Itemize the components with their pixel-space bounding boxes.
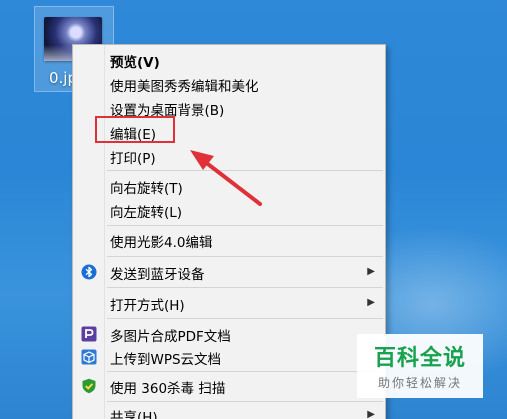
watermark-logo: 百科全说 助你轻松解决 (357, 334, 483, 398)
watermark-title: 百科全说 (373, 346, 466, 371)
desktop: 0.jp 预览(V) 使用美图秀秀编辑和美化 设置为桌面背景(B) 编辑(E) … (0, 0, 507, 419)
watermark-subtitle: 助你轻松解决 (377, 376, 462, 390)
